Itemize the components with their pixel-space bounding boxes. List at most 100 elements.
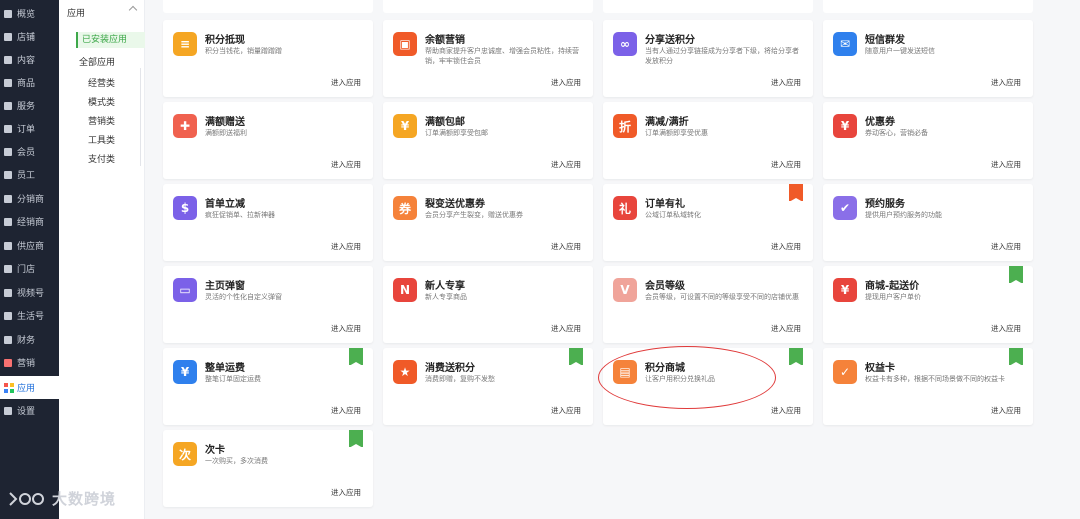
- sidebar-item-dealer[interactable]: 经销商: [0, 210, 59, 233]
- ticket-icon: 券: [393, 196, 417, 220]
- subnav-child-marketing[interactable]: 营销类: [88, 114, 115, 127]
- video-icon: [4, 288, 12, 297]
- sidebar-item-video[interactable]: 视频号: [0, 281, 59, 304]
- app-card-description: 灵活的个性化自定义弹窗: [205, 293, 282, 301]
- subnav-child-payment[interactable]: 支付类: [88, 152, 115, 165]
- enter-app-link[interactable]: 进入应用: [771, 323, 801, 334]
- app-card[interactable]: ¥ 满额包邮 订单满额即享受包邮 进入应用: [383, 102, 593, 179]
- main-sidebar: 概览 店铺 内容 商品服务订单 会员 员工 分销商 经销商供应商门店 视频号 生活号 财务营销应用设…: [0, 0, 59, 519]
- app-card[interactable]: ∞ 分享送积分 当有人通过分享链接成为分享者下级，将给分享者发放积分 进入应用: [603, 20, 813, 97]
- new-badge-icon: [569, 348, 583, 366]
- enter-app-link[interactable]: 进入应用: [331, 487, 361, 498]
- sidebar-item-supplier[interactable]: 供应商: [0, 234, 59, 257]
- enter-app-link[interactable]: 进入应用: [991, 241, 1021, 252]
- app-card[interactable]: N 新人专享 新人专享商品 进入应用: [383, 266, 593, 343]
- app-card-title: 订单有礼: [645, 199, 685, 210]
- enter-app-link[interactable]: 进入应用: [331, 159, 361, 170]
- sidebar-item-marketing[interactable]: 营销: [0, 351, 59, 374]
- app-card[interactable]: ▭ 主页弹窗 灵活的个性化自定义弹窗 进入应用: [163, 266, 373, 343]
- sidebar-item-monitor[interactable]: 概览: [0, 2, 59, 25]
- sidebar-item-staff[interactable]: 员工: [0, 163, 59, 186]
- enter-app-link[interactable]: 进入应用: [331, 405, 361, 416]
- watermark-text: 大数跨境: [52, 490, 117, 508]
- staff-icon: [4, 170, 12, 179]
- enter-app-link[interactable]: 进入应用: [551, 405, 581, 416]
- app-card[interactable]: $ 首单立减 疯狂促销单、拉新神器 进入应用: [163, 184, 373, 261]
- previous-row-card: [383, 0, 593, 13]
- app-card[interactable]: ¥ 优惠券 券动客心，营销必备 进入应用: [823, 102, 1033, 179]
- sidebar-item-goods[interactable]: 商品: [0, 71, 59, 94]
- app-card[interactable]: ¥ 商城-起送价 提现用户客户单价 进入应用: [823, 266, 1033, 343]
- collapse-chevron-icon[interactable]: [128, 5, 138, 15]
- sidebar-item-order[interactable]: 订单: [0, 117, 59, 140]
- previous-row-card: [163, 0, 373, 13]
- enter-app-link[interactable]: 进入应用: [551, 77, 581, 88]
- enter-app-link[interactable]: 进入应用: [331, 77, 361, 88]
- app-card[interactable]: 券裂变送优惠券 会员分享产生裂变，赠送优惠券 进入应用: [383, 184, 593, 261]
- app-card-title: 会员等级: [645, 281, 685, 292]
- enter-app-link[interactable]: 进入应用: [551, 323, 581, 334]
- app-card[interactable]: ★ 消费送积分 消费即赠，复购不发愁 进入应用: [383, 348, 593, 425]
- enter-app-link[interactable]: 进入应用: [551, 159, 581, 170]
- app-card[interactable]: ▣ 余额营销 帮助商家提升客户忠诚度、增强会员粘性，持续营销，牢牢锁住会员 进入应用: [383, 20, 593, 97]
- sidebar-item-label: 服务: [17, 102, 36, 112]
- app-card-title: 优惠券: [865, 117, 895, 128]
- bag-icon: ¥: [393, 114, 417, 138]
- app-card-title: 主页弹窗: [205, 281, 245, 292]
- enter-app-link[interactable]: 进入应用: [991, 405, 1021, 416]
- enter-app-link[interactable]: 进入应用: [771, 405, 801, 416]
- subnav-heading: 应用: [67, 9, 86, 19]
- sidebar-item-store[interactable]: 店铺: [0, 25, 59, 48]
- enter-app-link[interactable]: 进入应用: [991, 159, 1021, 170]
- app-card[interactable]: ≡ 积分抵现 积分当钱花，销量蹭蹭蹭 进入应用: [163, 20, 373, 97]
- app-card[interactable]: 礼订单有礼 公域订单私域转化 进入应用: [603, 184, 813, 261]
- app-card-title: 权益卡: [865, 363, 895, 374]
- enter-app-link[interactable]: 进入应用: [991, 77, 1021, 88]
- sidebar-item-heart[interactable]: 服务: [0, 94, 59, 117]
- app-card[interactable]: V 会员等级 会员等级，可设置不同的等级享受不同的店铺优惠 进入应用: [603, 266, 813, 343]
- monitor-icon: [4, 9, 12, 18]
- app-card-title: 裂变送优惠券: [425, 199, 485, 210]
- sidebar-item-settings[interactable]: 设置: [0, 399, 59, 422]
- wallet-icon: ▣: [393, 32, 417, 56]
- subnav-item-all[interactable]: 全部应用: [79, 55, 115, 68]
- booking-icon: ✔: [833, 196, 857, 220]
- app-card[interactable]: ✚ 满额赠送 满额即送福利 进入应用: [163, 102, 373, 179]
- app-card-description: 满额即送福利: [205, 129, 247, 137]
- enter-app-link[interactable]: 进入应用: [771, 241, 801, 252]
- sidebar-item-label: 营销: [17, 359, 36, 369]
- previous-row-card: [823, 0, 1033, 13]
- previous-row-card: [603, 0, 813, 13]
- enter-app-link[interactable]: 进入应用: [771, 159, 801, 170]
- distributor-icon: [4, 194, 12, 203]
- goods-icon: [4, 78, 12, 87]
- app-card[interactable]: ✉ 短信群发 随意用户一键发送短信 进入应用: [823, 20, 1033, 97]
- app-card[interactable]: ¥ 整单运费 整笔订单固定运费 进入应用: [163, 348, 373, 425]
- enter-app-link[interactable]: 进入应用: [771, 77, 801, 88]
- highlight-circle-annotation: [598, 346, 776, 409]
- sidebar-item-life[interactable]: 生活号: [0, 304, 59, 327]
- app-card-description: 提现用户客户单价: [865, 293, 921, 301]
- enter-app-link[interactable]: 进入应用: [551, 241, 581, 252]
- subnav-child-tools[interactable]: 工具类: [88, 133, 115, 146]
- enter-app-link[interactable]: 进入应用: [331, 323, 361, 334]
- sidebar-item-distributor[interactable]: 分销商: [0, 187, 59, 210]
- subnav-child-mode[interactable]: 模式类: [88, 95, 115, 108]
- sidebar-item-layers[interactable]: 内容: [0, 48, 59, 71]
- subnav-child-business[interactable]: 经营类: [88, 76, 115, 89]
- sidebar-item-shop[interactable]: 门店: [0, 257, 59, 280]
- sidebar-item-member[interactable]: 会员: [0, 140, 59, 163]
- sidebar-item-apps[interactable]: 应用: [0, 376, 59, 399]
- enter-app-link[interactable]: 进入应用: [991, 323, 1021, 334]
- app-card-description: 会员等级，可设置不同的等级享受不同的店铺优惠: [645, 293, 799, 301]
- enter-app-link[interactable]: 进入应用: [331, 241, 361, 252]
- app-card[interactable]: ✔ 预约服务 提供用户预约服务的功能 进入应用: [823, 184, 1033, 261]
- sidebar-item-label: 供应商: [17, 242, 45, 252]
- app-card[interactable]: 折满减/满折 订单满额即享受优惠 进入应用: [603, 102, 813, 179]
- app-card[interactable]: 次次卡 一次购买，多次消费 进入应用: [163, 430, 373, 507]
- app-card[interactable]: ✓ 权益卡 权益卡有多种，根据不同场景做不同的权益卡 进入应用: [823, 348, 1033, 425]
- sidebar-item-finance[interactable]: 财务: [0, 328, 59, 351]
- basket-icon: ★: [393, 360, 417, 384]
- app-card-title: 首单立减: [205, 199, 245, 210]
- app-card-title: 满额包邮: [425, 117, 465, 128]
